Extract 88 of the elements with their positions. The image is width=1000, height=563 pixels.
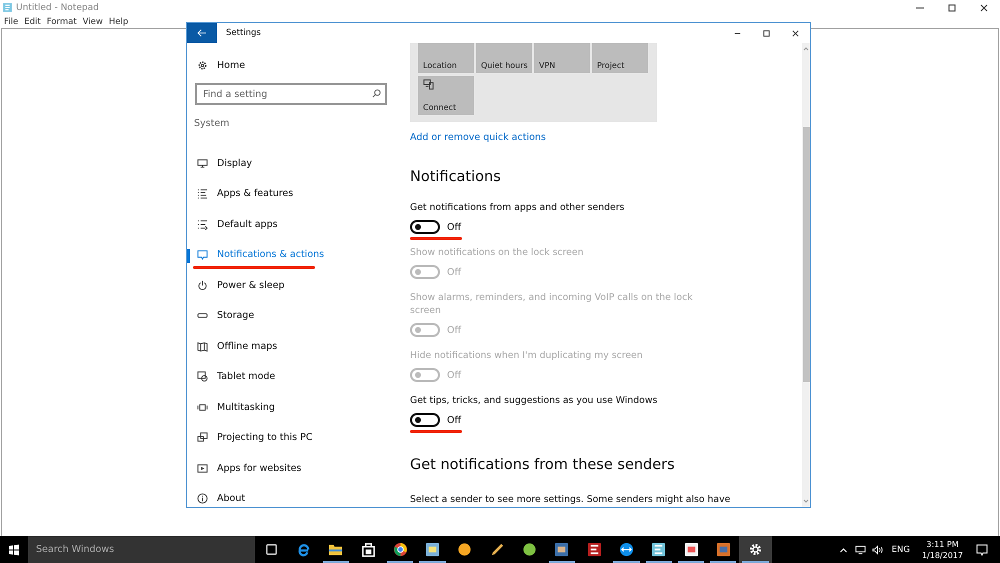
toggle-state: Off [447, 324, 462, 336]
remote-app-icon[interactable] [618, 542, 634, 557]
map-icon [197, 340, 208, 352]
window-icon [197, 432, 208, 444]
setting-label: Get tips, tricks, and suggestions as you use Windows [410, 394, 658, 407]
quick-action-tile[interactable]: Project [592, 43, 648, 73]
menu-item[interactable]: Help [108, 16, 128, 26]
menu-item[interactable]: View [82, 16, 103, 26]
nav-item[interactable]: Offline maps [217, 340, 278, 352]
setting-label: Show alarms, reminders, and incoming VoIP calls on the lock screen [410, 291, 694, 317]
speaker-icon[interactable] [872, 544, 883, 554]
nav-item[interactable]: Apps & features [217, 188, 294, 200]
search-field[interactable]: Find a setting [195, 83, 387, 105]
list-icon [197, 218, 208, 230]
photo-app-icon[interactable] [554, 542, 570, 557]
list-icon [197, 188, 208, 200]
task-view-icon[interactable] [264, 542, 279, 557]
quick-action-tile[interactable]: Quiet hours [476, 43, 532, 73]
window-icon [197, 402, 208, 413]
media-app-icon[interactable] [716, 542, 731, 557]
window-icon [197, 462, 208, 474]
language-indicator[interactable]: ENG [892, 544, 910, 554]
shopping-bag-icon[interactable] [360, 542, 376, 557]
menu-item[interactable]: Edit [24, 16, 41, 26]
description-text: Select a sender to see more settings. Some senders might also have [410, 494, 732, 505]
nav-item[interactable]: Notifications & actions [217, 249, 324, 260]
window-title: Settings [226, 28, 261, 38]
monitor-icon [197, 158, 208, 169]
devices-icon [423, 79, 434, 90]
app-icon[interactable] [457, 542, 472, 557]
paint-icon[interactable] [684, 542, 698, 557]
info-icon [197, 493, 208, 504]
quick-action-tile[interactable]: Connect [418, 76, 474, 115]
nav-item[interactable]: Default apps [217, 218, 278, 230]
notification-icon[interactable] [976, 544, 988, 556]
search-field[interactable]: Search Windows [28, 536, 255, 563]
quick-action-tile[interactable]: Location [418, 43, 474, 73]
gear-icon [197, 60, 208, 70]
nav-item[interactable]: Power & sleep [217, 280, 284, 291]
section-label: System [194, 118, 230, 131]
clock-date[interactable]: 1/18/2017 [922, 550, 963, 560]
window-icon [197, 371, 208, 382]
nav-item[interactable]: Tablet mode [217, 371, 276, 382]
toggle-switch[interactable] [410, 413, 440, 427]
toggle-state: Off [447, 222, 462, 232]
menu-item[interactable]: Format [46, 16, 77, 26]
nav-item[interactable]: Projecting to this PC [217, 432, 312, 444]
browser-icon[interactable] [392, 542, 408, 557]
toggle-state: Off [447, 266, 462, 278]
quick-action-tile[interactable]: VPN [534, 43, 590, 73]
nav-item[interactable]: Multitasking [217, 402, 275, 413]
toggle-state: Off [447, 414, 462, 426]
setting-label: Hide notifications when I'm duplicating my screen [410, 349, 644, 362]
app-icon[interactable] [522, 542, 538, 557]
clock-time[interactable]: 3:11 PM [926, 538, 959, 550]
home-link[interactable]: Home [217, 60, 246, 70]
maximize-icon[interactable] [947, 2, 957, 12]
section-heading: Notifications [410, 169, 502, 187]
nav-item[interactable]: Display [217, 158, 252, 169]
pen-icon[interactable] [490, 542, 505, 557]
network-icon[interactable] [854, 544, 866, 554]
folder-icon[interactable] [328, 542, 344, 557]
setting-label: Show notifications on the lock screen [410, 246, 584, 259]
nav-item[interactable]: About [217, 493, 246, 504]
settings-icon[interactable] [748, 542, 764, 557]
mail-icon[interactable] [425, 542, 440, 557]
close-icon[interactable] [979, 2, 989, 12]
back-arrow-icon[interactable] [197, 29, 207, 37]
notepad-icon[interactable] [651, 542, 666, 557]
toggle-state: Off [447, 370, 462, 380]
ftp-app-icon[interactable] [586, 542, 602, 557]
message-icon [197, 249, 208, 260]
nav-item[interactable]: Storage [217, 310, 254, 322]
setting-label: Get notifications from apps and other senders [410, 201, 626, 214]
back-button[interactable] [187, 23, 217, 43]
nav-item[interactable]: Apps for websites [217, 462, 302, 474]
selection-bar [187, 248, 190, 262]
section-heading: Get notifications from these senders [410, 457, 676, 475]
maximize-icon[interactable] [762, 28, 771, 38]
window-title: Untitled - Notepad [16, 2, 99, 12]
four-panes-icon[interactable] [8, 544, 20, 556]
link[interactable]: Add or remove quick actions [410, 132, 546, 143]
menu-item[interactable]: File [4, 16, 18, 26]
toggle-switch[interactable] [410, 220, 440, 234]
browser-icon[interactable] [296, 542, 311, 557]
close-icon[interactable] [791, 28, 800, 38]
search-icon [372, 89, 381, 98]
power-icon [197, 280, 208, 291]
